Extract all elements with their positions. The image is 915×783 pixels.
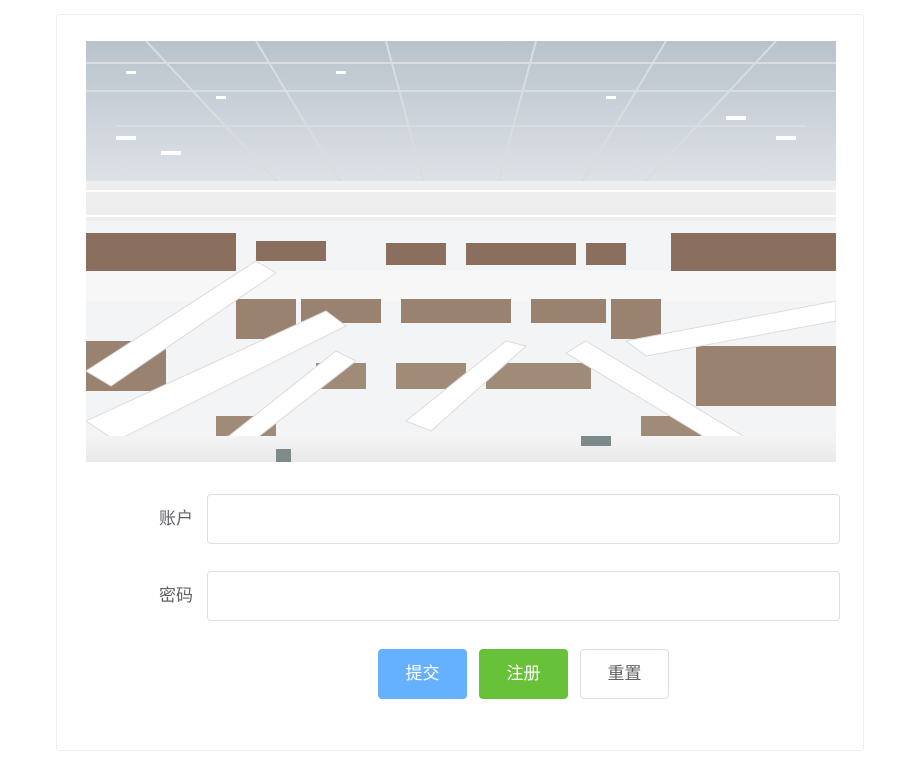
submit-button[interactable]: 提交: [378, 649, 467, 699]
account-label: 账户: [159, 509, 193, 529]
password-label: 密码: [159, 586, 193, 606]
login-card: 账户 密码 提交 注册 重置: [56, 14, 864, 751]
library-photo-illustration: [86, 41, 836, 462]
hero-image: [86, 41, 836, 462]
account-input[interactable]: [207, 494, 840, 544]
password-row: 密码: [57, 571, 865, 621]
register-button[interactable]: 注册: [479, 649, 568, 699]
account-row: 账户: [57, 494, 865, 544]
password-input[interactable]: [207, 571, 840, 621]
reset-button[interactable]: 重置: [580, 649, 669, 699]
